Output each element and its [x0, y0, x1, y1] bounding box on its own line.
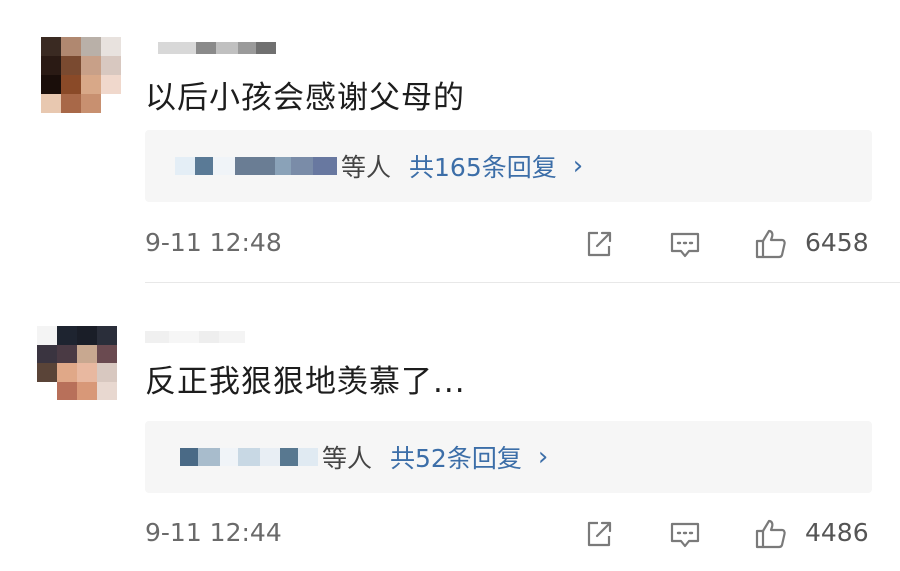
reply-summary[interactable]: 等人 共52条回复 ›: [145, 421, 872, 493]
share-icon[interactable]: [581, 516, 617, 552]
timestamp: 9-11 12:48: [145, 228, 282, 257]
reply-icon[interactable]: [667, 226, 703, 262]
reply-suffix: 等人: [322, 444, 373, 473]
comment-meta-row: 9-11 12:48 6458: [145, 224, 875, 264]
like-count: 4486: [805, 518, 869, 547]
reply-summary[interactable]: 等人 共165条回复 ›: [145, 130, 872, 202]
timestamp: 9-11 12:44: [145, 518, 282, 547]
reply-count-link[interactable]: 共52条回复: [390, 439, 522, 475]
comment-meta-row: 9-11 12:44 4486: [145, 514, 875, 554]
reply-count-link[interactable]: 共165条回复: [409, 148, 557, 184]
divider: [145, 282, 900, 283]
username-blurred[interactable]: [145, 330, 245, 344]
like-icon[interactable]: [753, 226, 789, 262]
like-icon[interactable]: [753, 516, 789, 552]
reply-icon[interactable]: [667, 516, 703, 552]
share-icon[interactable]: [581, 226, 617, 262]
reply-suffix: 等人: [341, 153, 392, 182]
comment-item: 反正我狠狠地羡慕了... 等人 共52条回复 › 9-11 12:44 4486: [0, 290, 900, 571]
avatar[interactable]: [37, 326, 117, 400]
reply-usernames-blurred: [180, 447, 318, 467]
reply-usernames-blurred: [175, 156, 337, 176]
comment-text: 以后小孩会感谢父母的: [145, 80, 465, 116]
comment-text: 反正我狠狠地羡慕了...: [145, 364, 466, 400]
username-blurred[interactable]: [158, 41, 276, 55]
avatar[interactable]: [41, 37, 121, 113]
chevron-right-icon[interactable]: ›: [573, 151, 583, 181]
like-count: 6458: [805, 228, 869, 257]
comment-item: 以后小孩会感谢父母的 等人 共165条回复 › 9-11 12:48 6458: [0, 0, 900, 283]
chevron-right-icon[interactable]: ›: [538, 442, 548, 472]
